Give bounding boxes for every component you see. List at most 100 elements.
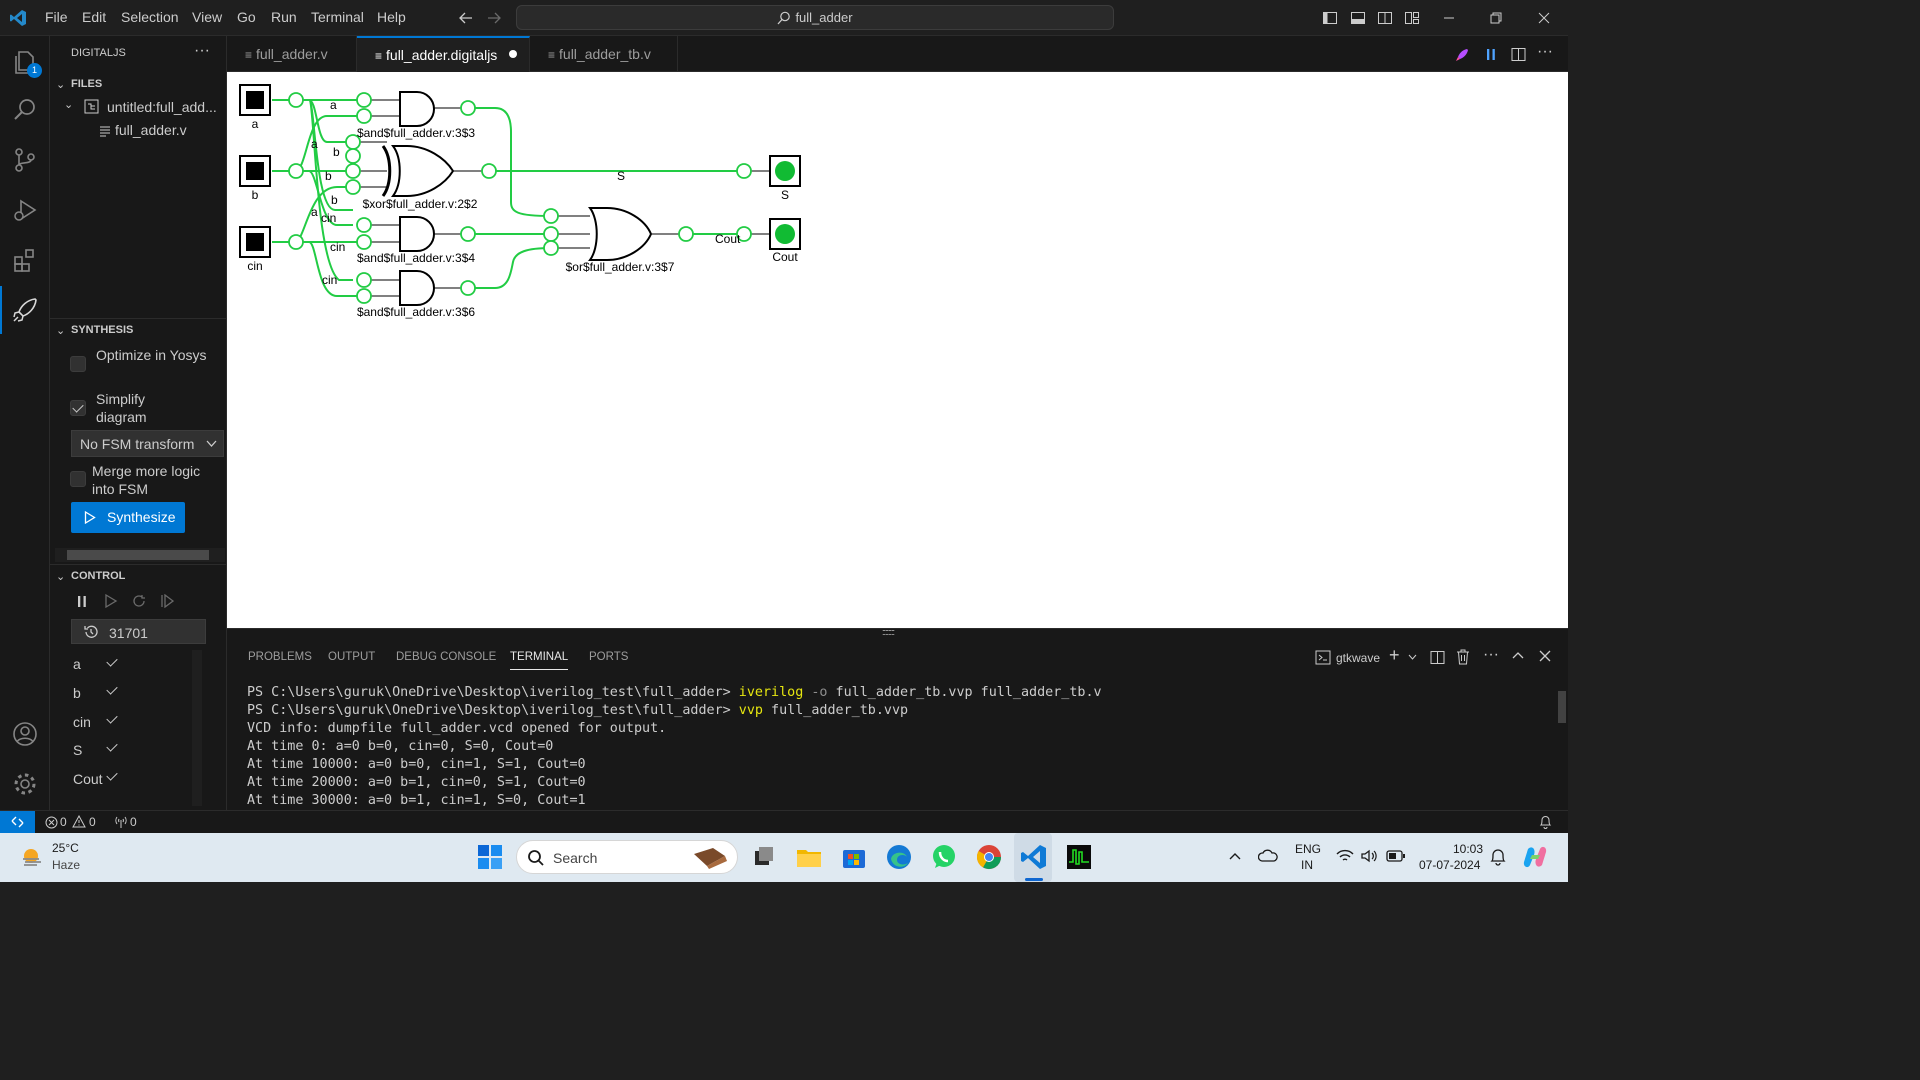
pause-icon[interactable]	[76, 595, 88, 608]
more-actions-icon[interactable]: ···	[1537, 43, 1553, 61]
weather-sun-icon[interactable]	[19, 844, 45, 870]
forward-arrow-icon[interactable]	[486, 10, 502, 26]
onedrive-cloud-icon[interactable]	[1258, 847, 1278, 865]
whatsapp-icon[interactable]	[929, 842, 959, 872]
tab-problems[interactable]: PROBLEMS	[248, 651, 312, 663]
split-terminal-icon[interactable]	[1430, 650, 1445, 665]
copilot-icon[interactable]	[1522, 845, 1548, 869]
remote-button[interactable]	[0, 811, 35, 834]
signal-cout-checkbox[interactable]	[105, 769, 121, 785]
restore-icon[interactable]	[1488, 10, 1504, 26]
toggle-secondary-sidebar-icon[interactable]	[1377, 10, 1393, 26]
file-explorer-icon[interactable]	[794, 842, 824, 872]
menu-view[interactable]: View	[192, 9, 222, 25]
synthesis-section-header[interactable]: SYNTHESIS	[71, 324, 133, 336]
chevron-down-icon[interactable]: ⌄	[56, 570, 65, 583]
signal-b-checkbox[interactable]	[105, 683, 121, 699]
error-icon[interactable]	[45, 816, 58, 829]
tree-root-item[interactable]: untitled:full_add...	[107, 98, 217, 116]
edge-browser-icon[interactable]	[884, 842, 914, 872]
digitaljs-run-icon[interactable]	[1455, 48, 1469, 62]
vertical-scrollbar[interactable]	[192, 650, 202, 806]
menu-go[interactable]: Go	[237, 9, 256, 25]
tree-child-item[interactable]: full_adder.v	[115, 121, 187, 139]
taskbar-search-box[interactable]: Search	[516, 840, 738, 874]
customize-layout-icon[interactable]	[1404, 10, 1420, 26]
weather-description[interactable]: Haze	[52, 858, 80, 872]
tab-terminal[interactable]: TERMINAL	[510, 651, 569, 670]
close-panel-icon[interactable]	[1539, 650, 1551, 662]
vscode-taskbar-icon[interactable]	[1019, 842, 1049, 872]
signal-a-checkbox[interactable]	[105, 655, 121, 671]
run-icon[interactable]	[104, 594, 118, 608]
resize-handle-icon[interactable]: ::::::::	[882, 627, 895, 637]
chevron-down-icon[interactable]: ⌄	[56, 324, 65, 337]
microsoft-store-icon[interactable]	[839, 842, 869, 872]
notification-bell-icon[interactable]	[1490, 848, 1506, 866]
accounts-icon[interactable]	[11, 720, 39, 748]
control-section-header[interactable]: CONTROL	[71, 570, 125, 582]
terminal-line[interactable]: At time 0: a=0 b=0, cin=0, S=0, Cout=0	[247, 739, 553, 754]
menu-terminal[interactable]: Terminal	[311, 9, 364, 25]
language-region[interactable]: IN	[1301, 858, 1313, 872]
terminal-line[interactable]: VCD info: dumpfile full_adder.vcd opened…	[247, 721, 666, 736]
warning-count[interactable]: 0	[89, 815, 96, 829]
tab-full-adder-digitaljs[interactable]: ≡ full_adder.digitaljs	[357, 36, 530, 72]
circuit-diagram[interactable]: a b cin S Cout $and$full_adder.v:3$3 $xo…	[227, 72, 1568, 628]
merge-fsm-checkbox[interactable]	[70, 471, 86, 487]
ports-antenna-icon[interactable]	[114, 815, 128, 829]
synthesize-button[interactable]: Synthesize	[71, 502, 185, 533]
signal-s-checkbox[interactable]	[105, 740, 121, 756]
minimize-icon[interactable]	[1441, 10, 1457, 26]
tab-output[interactable]: OUTPUT	[328, 651, 375, 663]
menu-run[interactable]: Run	[271, 9, 297, 25]
battery-icon[interactable]	[1386, 850, 1406, 862]
wifi-icon[interactable]	[1336, 849, 1354, 863]
more-actions-icon[interactable]: ···	[194, 42, 210, 60]
chevron-down-icon[interactable]: ⌄	[56, 78, 65, 91]
fsm-transform-select[interactable]: No FSM transform	[71, 430, 224, 457]
extensions-icon[interactable]	[11, 246, 39, 274]
optimize-yosys-checkbox[interactable]	[70, 356, 86, 372]
new-terminal-icon[interactable]: +	[1389, 645, 1400, 666]
pause-sim-icon[interactable]	[1485, 48, 1497, 61]
maximize-panel-icon[interactable]	[1512, 651, 1524, 659]
split-editor-icon[interactable]	[1511, 47, 1526, 62]
error-count[interactable]: 0	[60, 815, 67, 829]
terminal-line[interactable]: At time 30000: a=0 b=1, cin=1, S=0, Cout…	[247, 793, 586, 808]
toggle-sidebar-icon[interactable]	[1322, 10, 1338, 26]
menu-edit[interactable]: Edit	[82, 9, 106, 25]
source-control-icon[interactable]	[11, 146, 39, 174]
chevron-down-icon[interactable]	[1408, 654, 1417, 660]
unsaved-dot-icon[interactable]	[509, 50, 517, 58]
run-debug-icon[interactable]	[11, 196, 39, 224]
terminal-line[interactable]: PS C:\Users\guruk\OneDrive\Desktop\iveri…	[247, 703, 908, 718]
signal-cin-checkbox[interactable]	[105, 712, 121, 728]
terminal-scrollbar[interactable]	[1558, 691, 1566, 723]
fast-forward-icon[interactable]	[160, 594, 174, 608]
menu-selection[interactable]: Selection	[121, 9, 179, 25]
tree-chevron-icon[interactable]: ⌄	[64, 98, 73, 111]
more-actions-icon[interactable]: ···	[1483, 646, 1499, 664]
files-section-header[interactable]: FILES	[71, 78, 102, 90]
tab-full-adder-v[interactable]: ≡ full_adder.v	[227, 36, 357, 72]
settings-gear-icon[interactable]	[11, 770, 39, 798]
digitaljs-rocket-icon[interactable]	[11, 296, 39, 324]
tab-ports[interactable]: PORTS	[589, 651, 628, 663]
command-center-search[interactable]: full_adder	[516, 5, 1114, 30]
windows-start-icon[interactable]	[475, 842, 505, 872]
horizontal-scrollbar[interactable]	[55, 548, 225, 562]
step-icon[interactable]	[132, 594, 146, 608]
terminal-shell-name[interactable]: gtkwave	[1336, 651, 1380, 665]
show-hidden-icons-chevron-icon[interactable]	[1229, 852, 1241, 860]
search-view-icon[interactable]	[11, 96, 39, 124]
task-view-icon[interactable]	[749, 842, 779, 872]
clock-time[interactable]: 10:03	[1453, 842, 1483, 856]
warning-icon[interactable]	[72, 815, 86, 828]
toggle-panel-icon[interactable]	[1350, 10, 1366, 26]
back-arrow-icon[interactable]	[458, 10, 474, 26]
tab-full-adder-tb-v[interactable]: ≡ full_adder_tb.v	[530, 36, 678, 72]
notifications-bell-icon[interactable]	[1539, 815, 1552, 829]
clock-date[interactable]: 07-07-2024	[1419, 858, 1480, 872]
scrollbar-thumb[interactable]	[67, 550, 209, 560]
